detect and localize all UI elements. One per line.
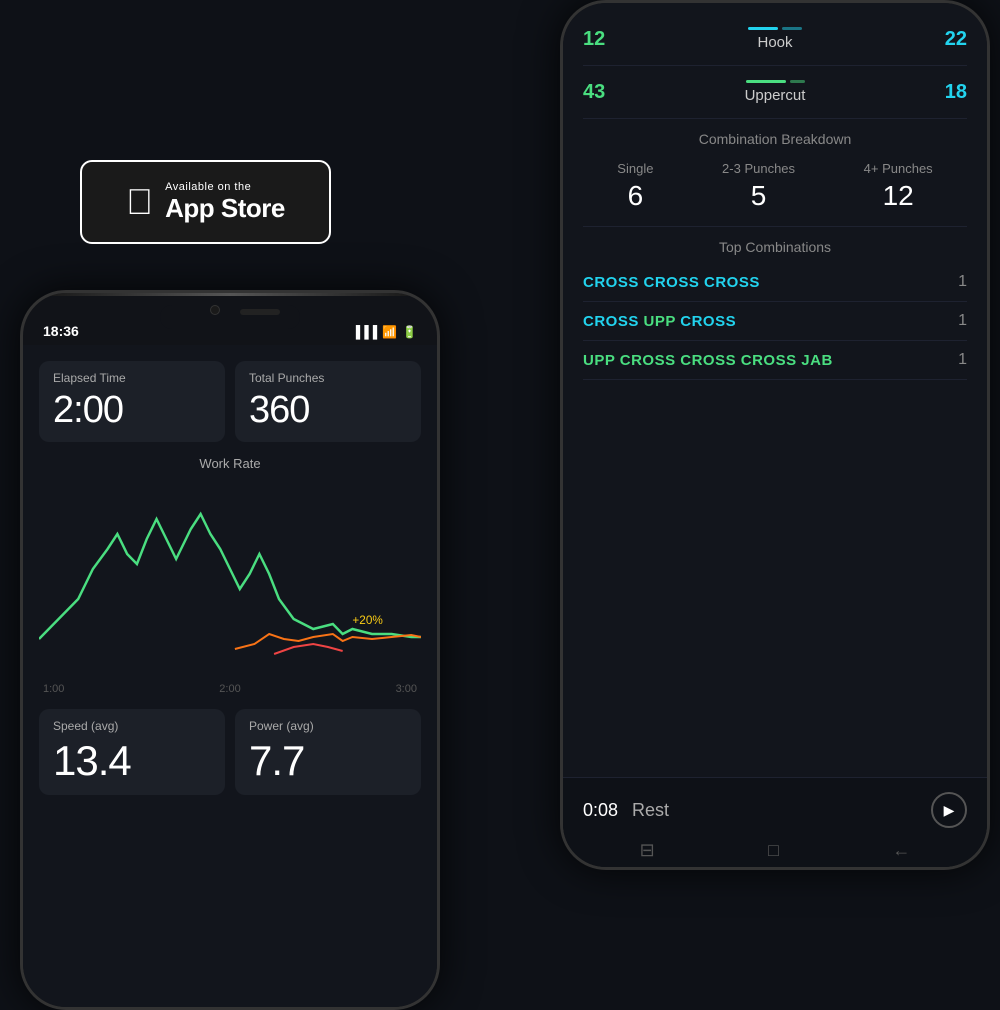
phone-camera <box>210 305 220 315</box>
hook-bar <box>623 27 927 30</box>
uppercut-left-count: 43 <box>583 81 623 104</box>
total-punches-label: Total Punches <box>249 371 407 385</box>
power-label: Power (avg) <box>249 719 407 733</box>
combo-1-text: CROSS CROSS CROSS <box>583 274 760 291</box>
combo-3-count: 1 <box>958 351 967 369</box>
chart-label-2: 2:00 <box>219 683 240 695</box>
bottom-stats-row: Speed (avg) 13.4 Power (avg) 7.7 <box>39 709 421 795</box>
app-store-badge[interactable]:  Available on the App Store <box>80 160 331 244</box>
two-three-label: 2-3 Punches <box>722 161 795 176</box>
timer-time: 0:08 <box>583 800 618 821</box>
uppercut-bar <box>623 80 927 83</box>
uppercut-name: Uppercut <box>623 87 927 104</box>
speed-label: Speed (avg) <box>53 719 211 733</box>
combo-2-text: CROSS UPP CROSS <box>583 313 736 330</box>
chart-label-3: 3:00 <box>396 683 417 695</box>
four-plus-value: 12 <box>864 180 933 212</box>
combo-3-text: UPP CROSS CROSS CROSS JAB <box>583 352 833 369</box>
phone-left-content: Elapsed Time 2:00 Total Punches 360 Work… <box>23 345 437 1007</box>
elapsed-time-label: Elapsed Time <box>53 371 211 385</box>
signal-icon: ▐▐▐ <box>352 325 378 339</box>
status-icons: ▐▐▐ 📶 🔋 <box>352 325 417 339</box>
total-punches-value: 360 <box>249 389 407 432</box>
phone-notch <box>160 305 300 329</box>
right-phone: 12 Hook 22 43 Uppercut 18 Combin <box>560 0 990 870</box>
battery-icon: 🔋 <box>402 325 417 339</box>
home-icon[interactable]: □ <box>768 840 779 861</box>
top-combo-3: UPP CROSS CROSS CROSS JAB 1 <box>583 341 967 380</box>
elapsed-time-value: 2:00 <box>53 389 211 432</box>
speed-value: 13.4 <box>53 737 211 785</box>
single-value: 6 <box>617 180 653 212</box>
chart-label-1: 1:00 <box>43 683 64 695</box>
top-combo-2: CROSS UPP CROSS 1 <box>583 302 967 341</box>
stats-row: Elapsed Time 2:00 Total Punches 360 <box>39 361 421 442</box>
timer-label: Rest <box>632 800 917 821</box>
play-button[interactable]: ▶ <box>931 792 967 828</box>
speed-card: Speed (avg) 13.4 <box>39 709 225 795</box>
two-three-combo: 2-3 Punches 5 <box>722 161 795 212</box>
phone-right-content: 12 Hook 22 43 Uppercut 18 Combin <box>563 3 987 867</box>
uppercut-right-count: 18 <box>927 81 967 104</box>
work-rate-title: Work Rate <box>39 456 421 471</box>
apple-logo-icon:  <box>126 184 153 220</box>
uppercut-center: Uppercut <box>623 80 927 104</box>
wifi-icon: 📶 <box>382 325 397 339</box>
total-punches-card: Total Punches 360 <box>235 361 421 442</box>
single-combo: Single 6 <box>617 161 653 212</box>
back-icon[interactable]: ← <box>892 840 910 861</box>
phone-bottom-bar: 0:08 Rest ▶ ⊟ □ ← <box>563 777 987 867</box>
power-value: 7.7 <box>249 737 407 785</box>
hook-right-count: 22 <box>927 28 967 51</box>
power-card: Power (avg) 7.7 <box>235 709 421 795</box>
hook-left-count: 12 <box>583 28 623 51</box>
app-store-text: Available on the App Store <box>165 181 285 224</box>
combo-breakdown-title: Combination Breakdown <box>583 119 967 155</box>
punch-row-hook: 12 Hook 22 <box>583 13 967 66</box>
combo-breakdown-row: Single 6 2-3 Punches 5 4+ Punches 12 <box>583 155 967 227</box>
recent-apps-icon[interactable]: ⊟ <box>640 840 655 861</box>
nav-bar: ⊟ □ ← <box>563 836 987 865</box>
four-plus-label: 4+ Punches <box>864 161 933 176</box>
hook-name: Hook <box>623 34 927 51</box>
combo-1-count: 1 <box>958 273 967 291</box>
work-rate-chart: +20% <box>39 479 421 679</box>
work-rate-section: Work Rate <box>39 456 421 695</box>
single-label: Single <box>617 161 653 176</box>
two-three-value: 5 <box>722 180 795 212</box>
punch-row-uppercut: 43 Uppercut 18 <box>583 66 967 119</box>
combo-2-count: 1 <box>958 312 967 330</box>
top-combos-title: Top Combinations <box>583 227 967 263</box>
four-plus-combo: 4+ Punches 12 <box>864 161 933 212</box>
hook-center: Hook <box>623 27 927 51</box>
status-time: 18:36 <box>43 323 79 339</box>
elapsed-time-card: Elapsed Time 2:00 <box>39 361 225 442</box>
svg-text:+20%: +20% <box>352 613 383 627</box>
chart-labels: 1:00 2:00 3:00 <box>39 679 421 695</box>
app-store-available: Available on the <box>165 181 285 193</box>
phone-speaker <box>240 309 280 315</box>
app-store-name: App Store <box>165 193 285 224</box>
left-phone: 18:36 ▐▐▐ 📶 🔋 Elapsed Time 2:00 Total Pu… <box>20 290 440 1010</box>
timer-bar: 0:08 Rest ▶ <box>563 778 987 836</box>
top-combo-1: CROSS CROSS CROSS 1 <box>583 263 967 302</box>
